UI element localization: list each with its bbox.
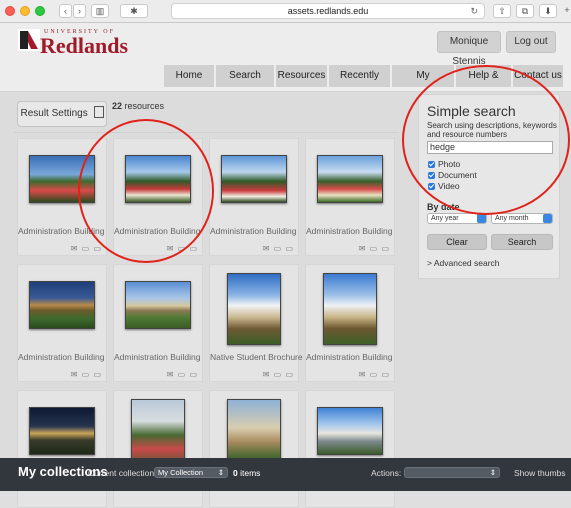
simple-search-panel: Simple search Search using descriptions,… bbox=[418, 94, 560, 279]
resource-tile[interactable]: Administration Building ✉ ▭ ▭ bbox=[305, 264, 395, 382]
resource-tile[interactable]: Administration Building ✉ ▭ ▭ bbox=[113, 138, 203, 256]
url-text: assets.redlands.edu bbox=[287, 6, 369, 16]
resource-caption[interactable]: Administration Building bbox=[306, 226, 412, 236]
extension-icon[interactable]: ✱ bbox=[120, 4, 148, 18]
nav-recently-added[interactable]: Recently added bbox=[329, 65, 390, 103]
resource-thumbnail[interactable] bbox=[317, 407, 383, 455]
resource-tile[interactable]: Administration Building ✉ ▭ ▭ bbox=[305, 138, 395, 256]
resource-thumbnail[interactable] bbox=[317, 155, 383, 203]
resource-thumbnail[interactable] bbox=[125, 155, 191, 203]
site-header: UNIVERSITY OF Redlands Monique Stennis L… bbox=[0, 23, 571, 103]
collection-select[interactable]: My Collection ⇕ bbox=[154, 467, 228, 478]
reload-icon[interactable]: ↻ bbox=[470, 4, 478, 18]
resource-thumbnail[interactable] bbox=[125, 281, 191, 329]
logo-mark-icon bbox=[18, 29, 40, 51]
search-title: Simple search bbox=[427, 103, 516, 119]
nav-resources[interactable]: Resources bbox=[276, 65, 327, 87]
result-settings-button[interactable]: Result Settings bbox=[17, 101, 107, 127]
resource-actions[interactable]: ✉ ▭ ▭ bbox=[263, 244, 294, 253]
resource-caption[interactable]: Administration Building bbox=[210, 226, 316, 236]
resource-thumbnail[interactable] bbox=[29, 407, 95, 455]
resource-thumbnail[interactable] bbox=[29, 155, 95, 203]
month-select[interactable]: Any month bbox=[491, 213, 553, 224]
nav-search-results[interactable]: Search results bbox=[216, 65, 274, 103]
user-name-button[interactable]: Monique Stennis bbox=[437, 31, 501, 67]
video-checkbox[interactable]: Video bbox=[428, 181, 460, 191]
resource-actions[interactable]: ✉ ▭ ▭ bbox=[71, 370, 102, 379]
resource-caption[interactable]: Administration Building bbox=[114, 352, 220, 362]
resource-caption[interactable]: Administration Building bbox=[18, 352, 124, 362]
download-icon[interactable]: ⬇ bbox=[539, 4, 557, 18]
select-arrow-icon: ⇕ bbox=[489, 468, 496, 477]
resource-tile[interactable]: Native Student Brochure ✉ ▭ ▭ bbox=[209, 264, 303, 382]
resource-thumbnail[interactable] bbox=[227, 273, 281, 345]
search-input[interactable]: hedge bbox=[427, 141, 553, 154]
year-select[interactable]: Any year bbox=[427, 213, 487, 224]
show-thumbs-link[interactable]: Show thumbs bbox=[514, 468, 566, 478]
back-icon[interactable]: ‹ bbox=[59, 4, 72, 18]
logo-name-text: Redlands bbox=[40, 33, 129, 58]
resource-tile[interactable]: Administration Building ✉ ▭ ▭ bbox=[17, 264, 107, 382]
new-tab-icon[interactable]: + bbox=[561, 4, 571, 18]
select-arrow-icon bbox=[543, 214, 552, 223]
clear-button[interactable]: Clear bbox=[427, 234, 487, 250]
checkbox-checked-icon bbox=[428, 183, 435, 190]
collection-items-count: 0 items bbox=[233, 468, 261, 478]
tabs-icon[interactable]: ⧉ bbox=[516, 4, 534, 18]
nav-help-advice[interactable]: Help & advice bbox=[456, 65, 511, 103]
forward-icon[interactable]: › bbox=[73, 4, 86, 18]
by-date-label: By date bbox=[427, 202, 460, 212]
current-collection-label: Current collection: bbox=[88, 468, 157, 478]
resource-caption[interactable]: Native Student Brochure bbox=[210, 352, 316, 362]
address-bar[interactable]: assets.redlands.edu ↻ bbox=[171, 3, 485, 19]
resource-count: 22 resources bbox=[112, 101, 165, 111]
nav-contact-us[interactable]: Contact us bbox=[513, 65, 563, 87]
resource-thumbnail[interactable] bbox=[221, 155, 287, 203]
sidebar-icon[interactable]: ▥ bbox=[91, 4, 109, 18]
photo-checkbox[interactable]: Photo bbox=[428, 159, 460, 169]
close-window-button[interactable] bbox=[5, 6, 15, 16]
resource-caption[interactable]: Administration Building bbox=[306, 352, 412, 362]
settings-doc-icon bbox=[93, 106, 104, 118]
results-divider bbox=[14, 132, 399, 133]
resource-tile[interactable]: Administration Building ✉ ▭ ▭ bbox=[17, 138, 107, 256]
nav-home[interactable]: Home bbox=[164, 65, 214, 87]
resource-actions[interactable]: ✉ ▭ ▭ bbox=[71, 244, 102, 253]
actions-select[interactable]: ⇕ bbox=[404, 467, 500, 478]
resource-caption[interactable]: Administration Building bbox=[114, 226, 220, 236]
share-icon[interactable]: ⇧ bbox=[493, 4, 511, 18]
resource-actions[interactable]: ✉ ▭ ▭ bbox=[167, 244, 198, 253]
resource-thumbnail[interactable] bbox=[29, 281, 95, 329]
resource-tile[interactable]: Administration Building ✉ ▭ ▭ bbox=[113, 264, 203, 382]
select-arrow-icon bbox=[477, 214, 486, 223]
checkbox-checked-icon bbox=[428, 172, 435, 179]
search-button[interactable]: Search bbox=[491, 234, 553, 250]
checkbox-checked-icon bbox=[428, 161, 435, 168]
main-content: Result Settings 22 resources Administrat… bbox=[0, 92, 571, 508]
document-checkbox[interactable]: Document bbox=[428, 170, 477, 180]
main-nav: Home Search results Resources Recently a… bbox=[0, 61, 571, 103]
nav-my-contributions[interactable]: My contributions bbox=[392, 65, 454, 103]
resource-actions[interactable]: ✉ ▭ ▭ bbox=[359, 244, 390, 253]
minimize-window-button[interactable] bbox=[20, 6, 30, 16]
resource-tile[interactable]: Administration Building ✉ ▭ ▭ bbox=[209, 138, 299, 256]
search-description: Search using descriptions, keywords and … bbox=[427, 121, 557, 139]
zoom-window-button[interactable] bbox=[35, 6, 45, 16]
result-settings-label: Result Settings bbox=[20, 108, 88, 119]
resource-thumbnail[interactable] bbox=[323, 273, 377, 345]
resource-actions[interactable]: ✉ ▭ ▭ bbox=[167, 370, 198, 379]
actions-label: Actions: bbox=[371, 468, 402, 478]
logout-button[interactable]: Log out bbox=[506, 31, 556, 53]
advanced-search-link[interactable]: > Advanced search bbox=[427, 258, 500, 268]
browser-toolbar: ‹ › ▥ ✱ assets.redlands.edu ↻ ⇧ ⧉ ⬇ + bbox=[0, 0, 571, 23]
resource-caption[interactable]: Administration Building bbox=[18, 226, 124, 236]
collections-bar: My collections Current collection: My Co… bbox=[0, 458, 571, 491]
resource-actions[interactable]: ✉ ▭ ▭ bbox=[263, 370, 294, 379]
resource-actions[interactable]: ✉ ▭ ▭ bbox=[359, 370, 390, 379]
select-arrow-icon: ⇕ bbox=[217, 468, 224, 477]
site: UNIVERSITY OF Redlands Monique Stennis L… bbox=[0, 23, 571, 508]
